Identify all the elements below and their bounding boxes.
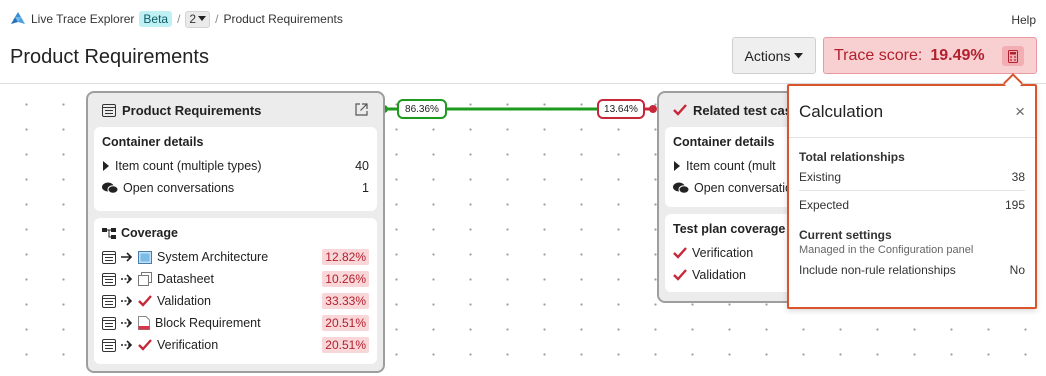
coverage-row[interactable]: Validation 33.33%: [102, 290, 369, 312]
breadcrumb-separator: /: [177, 12, 181, 26]
trace-score-button[interactable]: Trace score: 19.49%: [823, 37, 1037, 74]
open-conversations-label: Open conversatio: [694, 181, 792, 195]
caret-down-icon: [198, 16, 207, 21]
coverage-row[interactable]: Datasheet 10.26%: [102, 268, 369, 290]
document-icon: [138, 316, 150, 330]
conversations-icon: [673, 182, 689, 194]
non-rule-relationships-row: Include non-rule relationships No: [799, 260, 1025, 280]
existing-row: Existing 38: [799, 164, 1025, 191]
open-conversations-label: Open conversations: [123, 181, 235, 195]
coverage-row[interactable]: System Architecture 12.82%: [102, 246, 369, 268]
connector-label-left: 86.36%: [397, 99, 447, 119]
container-icon: [102, 250, 116, 264]
architecture-icon: [138, 250, 152, 264]
coverage-label: Datasheet: [157, 272, 214, 286]
arrow-right-icon: [121, 252, 133, 262]
version-dropdown[interactable]: 2: [185, 10, 211, 28]
coverage-heading-row: Coverage: [102, 226, 369, 240]
breadcrumb-separator: /: [215, 12, 219, 26]
dashed-arrow-right-icon: [121, 296, 133, 306]
coverage-percentage: 33.33%: [322, 293, 369, 309]
trace-score-label: Trace score:: [834, 46, 923, 64]
item-count-label: Item count (multiple types): [115, 159, 262, 173]
test-plan-label: Validation: [692, 268, 746, 282]
coverage-percentage: 10.26%: [322, 271, 369, 287]
container-details-heading: Container details: [102, 135, 204, 149]
card-header: Product Requirements: [88, 93, 383, 127]
coverage-row[interactable]: Block Requirement 20.51%: [102, 312, 369, 334]
popover-body: Total relationships Existing 38 Expected…: [789, 138, 1035, 280]
conversations-icon: [102, 182, 118, 194]
current-settings-heading: Current settings: [799, 228, 892, 242]
container-icon: [102, 272, 116, 286]
container-icon: [102, 316, 116, 330]
existing-label: Existing: [799, 170, 842, 184]
coverage-percentage: 12.82%: [322, 249, 369, 265]
coverage-heading: Coverage: [121, 226, 178, 240]
open-conversations-row[interactable]: Open conversations 1: [102, 177, 369, 199]
coverage-percentage: 20.51%: [322, 337, 369, 353]
existing-value: 38: [1011, 170, 1025, 184]
expected-value: 195: [1004, 197, 1025, 212]
expected-label: Expected: [799, 197, 850, 212]
checkmark-icon: [673, 247, 687, 259]
open-external-icon[interactable]: [355, 103, 368, 116]
coverage-label: System Architecture: [157, 250, 269, 264]
caret-right-icon[interactable]: [102, 161, 110, 171]
dashed-arrow-right-icon: [121, 318, 133, 328]
coverage-label: Validation: [157, 294, 211, 308]
item-count-row[interactable]: Item count (multiple types) 40: [102, 155, 369, 177]
close-icon[interactable]: ×: [1015, 102, 1025, 122]
coverage-label: Verification: [157, 338, 219, 352]
actions-button[interactable]: Actions: [732, 37, 816, 74]
top-bar: Live Trace Explorer Beta / 2 / Product R…: [0, 0, 1046, 84]
open-conversations-value: 1: [362, 181, 369, 195]
hierarchy-icon: [102, 227, 116, 239]
container-card-product-requirements[interactable]: Product Requirements Container details I…: [86, 91, 385, 373]
settings-note: Managed in the Configuration panel: [799, 244, 974, 256]
non-rule-label: Include non-rule relationships: [799, 263, 956, 277]
version-label: 2: [189, 12, 197, 26]
popover-header: Calculation ×: [789, 86, 1035, 138]
app-name-link[interactable]: Live Trace Explorer: [31, 12, 134, 26]
total-relationships-heading: Total relationships: [799, 150, 905, 164]
actions-label: Actions: [744, 47, 791, 64]
checkmark-icon: [138, 339, 152, 351]
container-icon: [102, 103, 116, 117]
breadcrumb-current-page: Product Requirements: [223, 12, 343, 26]
calculation-popover: Calculation × Total relationships Existi…: [787, 84, 1037, 309]
help-link[interactable]: Help: [1011, 13, 1036, 27]
checkmark-icon: [138, 295, 152, 307]
beta-badge: Beta: [139, 11, 173, 27]
container-icon: [102, 338, 116, 352]
card-title: Product Requirements: [122, 102, 262, 118]
test-plan-label: Verification: [692, 246, 754, 260]
coverage-row[interactable]: Verification 20.51%: [102, 334, 369, 356]
caret-right-icon[interactable]: [673, 161, 681, 171]
dashed-arrow-right-icon: [121, 274, 133, 284]
connector-label-right: 13.64%: [597, 99, 645, 119]
breadcrumb: Live Trace Explorer Beta / 2 / Product R…: [10, 10, 343, 28]
dashed-arrow-right-icon: [121, 340, 133, 350]
caret-down-icon: [794, 52, 804, 58]
coverage-label: Block Requirement: [155, 316, 261, 330]
calculator-icon[interactable]: [1002, 46, 1024, 66]
non-rule-value: No: [1009, 263, 1025, 277]
app-logo-icon: [11, 12, 25, 24]
page-title: Product Requirements: [10, 46, 209, 68]
checkmark-icon: [673, 104, 687, 116]
popover-title: Calculation: [799, 101, 884, 121]
item-count-value: 40: [355, 159, 369, 173]
expected-row: Expected 195: [799, 191, 1025, 218]
card-title: Related test cas: [693, 102, 792, 118]
trace-score-value: 19.49%: [930, 46, 985, 64]
datasheet-icon: [138, 272, 152, 286]
coverage-percentage: 20.51%: [322, 315, 369, 331]
container-details-panel: Container details Item count (multiple t…: [94, 127, 377, 211]
container-icon: [102, 294, 116, 308]
item-count-label: Item count (mult: [686, 159, 776, 173]
coverage-panel: Coverage System Architecture 12.82% Data…: [94, 218, 377, 364]
checkmark-icon: [673, 269, 687, 281]
